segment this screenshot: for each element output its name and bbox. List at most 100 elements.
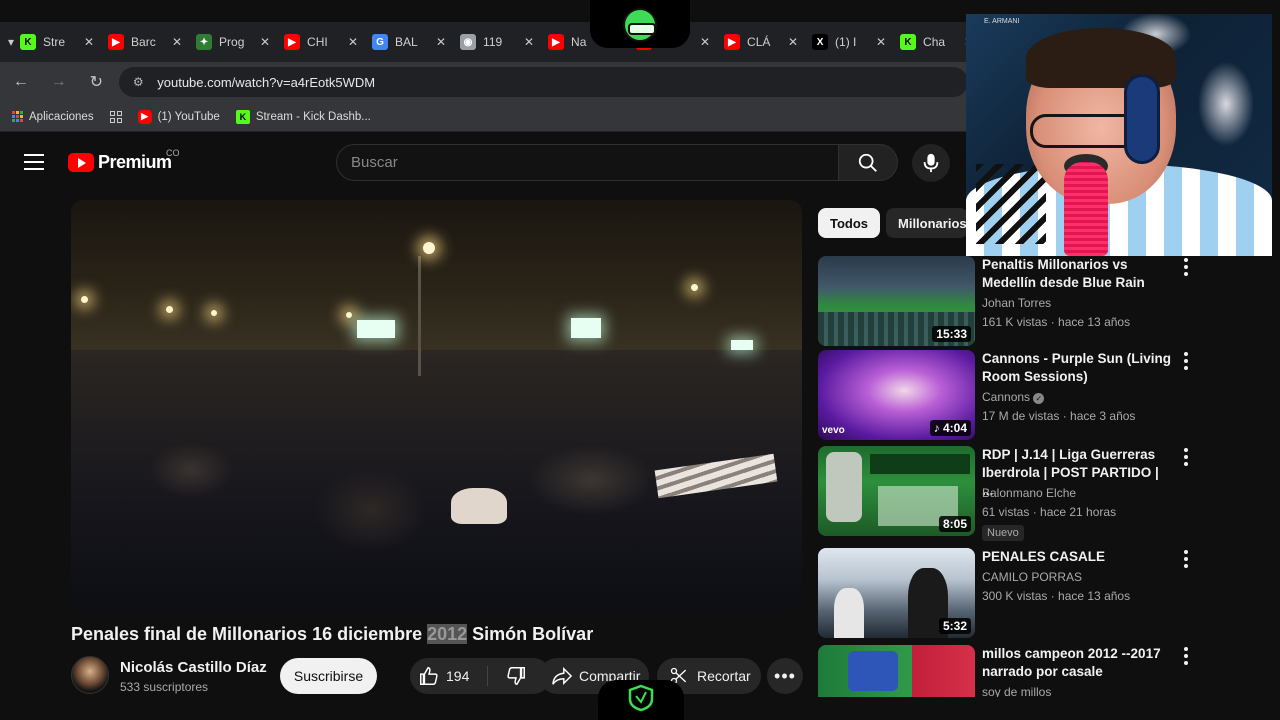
more-vertical-icon[interactable]	[1182, 550, 1190, 568]
video-thumbnail[interactable]: 8:05	[818, 446, 975, 536]
site-settings-icon[interactable]: ⚙	[129, 73, 147, 91]
recommended-video[interactable]: 8:05 RDP | J.14 | Liga Guerreras Iberdro…	[818, 446, 1278, 541]
voice-search-button[interactable]	[912, 144, 950, 182]
thumbs-up-icon	[420, 667, 438, 685]
duration-text: 4:04	[942, 421, 967, 435]
bookmark-label: Aplicaciones	[29, 110, 94, 123]
tab-favicon-icon: G	[372, 34, 389, 50]
tab-favicon-icon: ▶	[108, 34, 125, 50]
recommended-video[interactable]: 5:32 PENALES CASALE CAMILO PORRAS 300 K …	[818, 548, 1278, 640]
youtube-icon: ▶	[137, 109, 152, 124]
duration-badge: 8:05	[938, 516, 971, 532]
browser-tab[interactable]: X (1) I ✕	[806, 27, 894, 57]
channel-avatar[interactable]	[71, 656, 109, 694]
recommended-video[interactable]: 15:33 Penaltis Millonarios vs Medellín d…	[818, 256, 1278, 348]
video-player[interactable]	[71, 200, 802, 610]
stadium-screen	[357, 320, 395, 338]
back-arrow-icon[interactable]: ←	[4, 65, 38, 99]
grid-icon	[109, 110, 122, 123]
video-thumbnail[interactable]: 5:32	[818, 548, 975, 638]
tab-favicon-icon: K	[20, 34, 37, 50]
thumbs-down-icon	[507, 667, 525, 685]
chip-all[interactable]: Todos	[818, 208, 881, 238]
youtube-header: Premium CO Buscar	[0, 136, 968, 190]
streamer-logo-icon	[623, 8, 657, 42]
bookmark-grid[interactable]	[109, 110, 122, 123]
video-thumbnail[interactable]	[818, 645, 975, 697]
more-vertical-icon[interactable]	[1182, 352, 1190, 370]
recommended-video[interactable]: vevo ♪ 4:04 Cannons - Purple Sun (Living…	[818, 350, 1278, 442]
channel-actions-row: Nicolás Castillo Díaz 533 suscriptores S…	[71, 656, 811, 696]
recommended-video[interactable]: millos campeon 2012 --2017 narrado por c…	[818, 645, 1278, 697]
tab-close-icon[interactable]: ✕	[788, 35, 798, 49]
recommended-title[interactable]: PENALES CASALE	[982, 548, 1172, 566]
video-thumbnail[interactable]: 15:33	[818, 256, 975, 346]
menu-icon[interactable]	[24, 154, 44, 170]
tab-close-icon[interactable]: ✕	[348, 35, 358, 49]
browser-tab[interactable]: ◉ 119 ✕	[454, 27, 542, 57]
url-text[interactable]: youtube.com/watch?v=a4rEotk5WDM	[157, 75, 375, 90]
more-vertical-icon[interactable]	[1182, 448, 1190, 466]
more-actions-button[interactable]: •••	[767, 658, 803, 694]
browser-tab[interactable]: ✦ Prog ✕	[190, 27, 278, 57]
webcam-poster-text: E. ARMANI	[984, 18, 1020, 25]
recommended-channel[interactable]: CAMILO PORRAS	[982, 570, 1082, 584]
reload-icon[interactable]: ↻	[80, 65, 114, 99]
browser-tab-bar: ▾ K Stre ✕ ▶ Barc ✕ ✦ Prog ✕ ▶ CHI ✕ G BAL ✕ ◉ 119 ✕ ▶ Na ✕ ▶…	[0, 22, 974, 62]
recommended-channel[interactable]: soy de millos	[982, 685, 1051, 697]
tab-close-icon[interactable]: ✕	[172, 35, 182, 49]
tab-favicon-icon: ✦	[196, 34, 213, 50]
tab-close-icon[interactable]: ✕	[260, 35, 270, 49]
recommended-meta: 161 K vistas · hace 13 años	[982, 315, 1131, 329]
browser-tab[interactable]: ▶ CLÁ ✕	[718, 27, 806, 57]
subscribe-button[interactable]: Suscribirse	[280, 658, 377, 694]
video-thumbnail[interactable]: vevo ♪ 4:04	[818, 350, 975, 440]
headset	[1124, 74, 1160, 164]
bookmark-apps[interactable]: Aplicaciones	[12, 111, 94, 123]
duration-badge: 5:32	[938, 618, 971, 634]
tab-title: Stre	[43, 35, 66, 49]
omnibox[interactable]: ⚙ youtube.com/watch?v=a4rEotk5WDM	[119, 67, 968, 97]
dislike-button[interactable]	[492, 658, 540, 694]
subscriber-count: 533 suscriptores	[120, 680, 209, 694]
tab-close-icon[interactable]: ✕	[876, 35, 886, 49]
share-arrow-icon	[552, 666, 573, 686]
tab-title: CLÁ	[747, 35, 771, 49]
bookmark-youtube[interactable]: ▶ (1) YouTube	[137, 109, 220, 124]
search-input[interactable]: Buscar	[336, 144, 839, 181]
bookmark-kick[interactable]: K Stream - Kick Dashb...	[235, 109, 371, 124]
tab-favicon-icon: ▶	[548, 34, 565, 50]
recommended-channel[interactable]: Johan Torres	[982, 296, 1051, 310]
like-button[interactable]: 194	[410, 658, 487, 694]
search-button[interactable]	[838, 144, 898, 181]
recommended-title[interactable]: Cannons - Purple Sun (Living Room Sessio…	[982, 350, 1172, 386]
tab-close-icon[interactable]: ✕	[436, 35, 446, 49]
bookmark-label: (1) YouTube	[157, 110, 220, 123]
tab-close-icon[interactable]: ✕	[700, 35, 710, 49]
tab-favicon-icon: K	[900, 34, 917, 50]
browser-tab[interactable]: K Stre ✕	[14, 27, 102, 57]
duration-badge: ♪ 4:04	[929, 420, 971, 436]
tab-close-icon[interactable]: ✕	[524, 35, 534, 49]
channel-name[interactable]: Nicolás Castillo Díaz	[120, 659, 267, 676]
more-vertical-icon[interactable]	[1182, 647, 1190, 665]
browser-tab[interactable]: ▶ CHI ✕	[278, 27, 366, 57]
recommended-title[interactable]: millos campeon 2012 --2017 narrado por c…	[982, 645, 1172, 681]
browser-tab[interactable]: ▶ Barc ✕	[102, 27, 190, 57]
chip-millonarios[interactable]: Millonarios F	[886, 208, 968, 238]
recommended-channel[interactable]: Cannons ✓	[982, 390, 1045, 404]
floodlight	[691, 284, 698, 291]
kick-icon: K	[235, 109, 250, 124]
browser-tab[interactable]: G BAL ✕	[366, 27, 454, 57]
more-vertical-icon[interactable]	[1182, 258, 1190, 276]
country-code: CO	[166, 148, 180, 158]
like-count: 194	[446, 668, 470, 684]
tab-favicon-icon: ▶	[724, 34, 741, 50]
recommended-channel[interactable]: Balonmano Elche	[982, 486, 1076, 500]
youtube-premium-logo[interactable]: Premium CO	[68, 148, 180, 173]
cap	[451, 488, 507, 524]
tab-close-icon[interactable]: ✕	[84, 35, 94, 49]
tab-title: (1) I	[835, 35, 857, 49]
forward-arrow-icon[interactable]: →	[42, 65, 76, 99]
recommended-title[interactable]: Penaltis Millonarios vs Medellín desde B…	[982, 256, 1172, 292]
